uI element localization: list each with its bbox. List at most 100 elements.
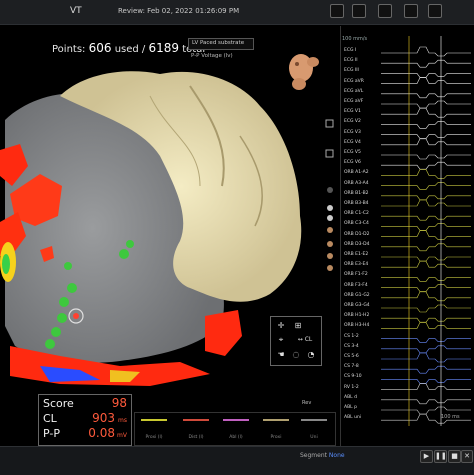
ecg-lead-label: ABL d <box>344 394 357 400</box>
ecg-lead-label: CS 3-4 <box>344 343 359 349</box>
ecg-lead-label: ORB A1-A2 <box>344 170 369 176</box>
pp-label: P-P <box>43 427 60 440</box>
play-icon[interactable]: ▶ <box>420 450 433 463</box>
map-point[interactable] <box>119 249 129 259</box>
pause-icon[interactable]: ❚❚ <box>434 450 447 463</box>
window-icon[interactable] <box>352 4 366 18</box>
ecg-trace <box>381 277 471 282</box>
cl-value: 903 <box>92 411 115 425</box>
orientation-head-icon[interactable] <box>283 46 323 92</box>
ecg-lead-label: ORB D1-D2 <box>344 231 370 237</box>
legend-item: Dist (l) <box>188 435 204 440</box>
score-box: Score 98 CL 903 ms P-P 0.08 mV <box>38 394 132 446</box>
map-point[interactable] <box>51 327 61 337</box>
ecg-trace <box>381 154 471 160</box>
ecg-lead-label: CS 7-8 <box>344 364 359 370</box>
map-voltage-type: P-P Voltage (lv) <box>191 53 233 59</box>
ecg-trace <box>381 169 471 179</box>
ecg-trace <box>381 134 471 139</box>
ecg-lead-label: ABL uni <box>344 415 362 421</box>
ecg-lead-label: CS 9-10 <box>344 374 362 380</box>
points-total: 6189 <box>148 41 180 55</box>
ecg-lead-label: RV 1-2 <box>344 384 359 390</box>
tool-icon <box>327 215 333 221</box>
legend-item: Abl (l) <box>229 435 243 440</box>
ecg-lead-label: ECG V6 <box>344 160 361 166</box>
ecg-trace <box>381 230 471 240</box>
ecg-trace <box>381 195 471 201</box>
tool-icon <box>327 265 333 271</box>
map-point[interactable] <box>64 262 72 270</box>
app-title: VT <box>70 6 82 16</box>
score-value: 98 <box>111 396 127 410</box>
lasso-icon[interactable]: ◌ <box>289 349 303 361</box>
map-point[interactable] <box>45 339 55 349</box>
ecg-lead-label: ORB D3-D4 <box>344 241 370 247</box>
pp-value: 0.08 <box>88 426 115 440</box>
legend-swatch <box>301 419 327 421</box>
ecg-trace <box>381 304 471 313</box>
gauge-icon[interactable]: ◔ <box>304 349 318 361</box>
ecg-trace <box>381 365 471 374</box>
ecg-trace <box>381 322 471 329</box>
points-used-label: used / <box>114 44 146 55</box>
ecg-trace <box>381 182 471 190</box>
segment-value[interactable]: None <box>329 452 345 459</box>
ecg-trace <box>381 46 471 57</box>
legend-swatch <box>141 419 167 421</box>
pp-unit: mV <box>117 432 127 439</box>
hand-icon[interactable]: ☚ <box>274 349 288 361</box>
ecg-trace <box>381 93 471 99</box>
window-icon[interactable] <box>428 4 442 18</box>
legend-swatch <box>183 419 209 421</box>
close-icon[interactable]: ✕ <box>461 450 473 463</box>
ecg-lead-label: ORB G1-G2 <box>344 292 370 298</box>
ecg-lead-label: ECG aVF <box>344 99 364 104</box>
tool-icon <box>327 227 333 233</box>
ecg-trace <box>381 59 471 68</box>
ecg-trace <box>381 199 471 207</box>
ecg-lead-label: ORB G3-G4 <box>344 303 370 308</box>
side-toolbar-icons[interactable] <box>322 100 338 290</box>
map-select[interactable]: LV Paced substrate <box>188 38 254 50</box>
segment-label: Segment <box>300 452 327 459</box>
map-point[interactable] <box>67 283 77 293</box>
ecg-lead-label: ORB F1-F2 <box>344 272 368 278</box>
ecg-trace <box>381 352 471 363</box>
status-bar <box>0 446 474 475</box>
map-tools-panel: ✛ ⊞ ⌖ ↔ CL ☚ ◌ ◔ <box>270 316 322 366</box>
ecg-trace <box>381 317 471 323</box>
catheter-tip-icon <box>73 313 79 319</box>
legend-swatch <box>223 419 249 421</box>
map-point[interactable] <box>59 297 69 307</box>
ecg-trace <box>381 406 471 415</box>
map-point[interactable] <box>126 240 134 248</box>
map-point[interactable] <box>57 313 67 323</box>
ecg-lead-label: ORB B1-B2 <box>344 190 369 196</box>
ecg-trace <box>381 291 471 302</box>
window-icon[interactable] <box>404 4 418 18</box>
ecg-lead-label: ECG aVL <box>344 88 364 94</box>
rev-label: Rev <box>302 400 312 406</box>
ecg-lead-label: ECG V1 <box>344 109 361 115</box>
ecg-trace <box>381 161 471 170</box>
grid-icon[interactable]: ⊞ <box>291 320 305 332</box>
side-toolbar <box>322 100 338 290</box>
ecg-trace <box>381 77 471 84</box>
points-used: 606 <box>88 41 112 55</box>
crosshair-icon[interactable]: ✛ <box>274 320 288 332</box>
ecg-lead-label: ORB B3-B4 <box>344 201 369 206</box>
window-icon[interactable] <box>330 4 344 18</box>
frame-icon[interactable]: ⌖ <box>274 334 288 346</box>
ecg-lead-label: CS 1-2 <box>344 333 359 339</box>
signal-legend: Proxi (l) Dist (l) Abl (l) Proxi Uni <box>134 412 336 446</box>
points-counter: Points: 606 used / 6189 total <box>52 41 205 55</box>
ecg-trace <box>381 338 471 343</box>
low-voltage-patch <box>205 310 242 356</box>
legend-item: Uni <box>310 435 318 440</box>
cl-icon[interactable]: ↔ CL <box>293 334 317 346</box>
stop-icon[interactable]: ■ <box>448 450 461 463</box>
legend-item: Proxi <box>270 435 282 440</box>
ecg-lead-label: CS 5-6 <box>344 354 359 359</box>
settings-icon[interactable] <box>378 4 392 18</box>
